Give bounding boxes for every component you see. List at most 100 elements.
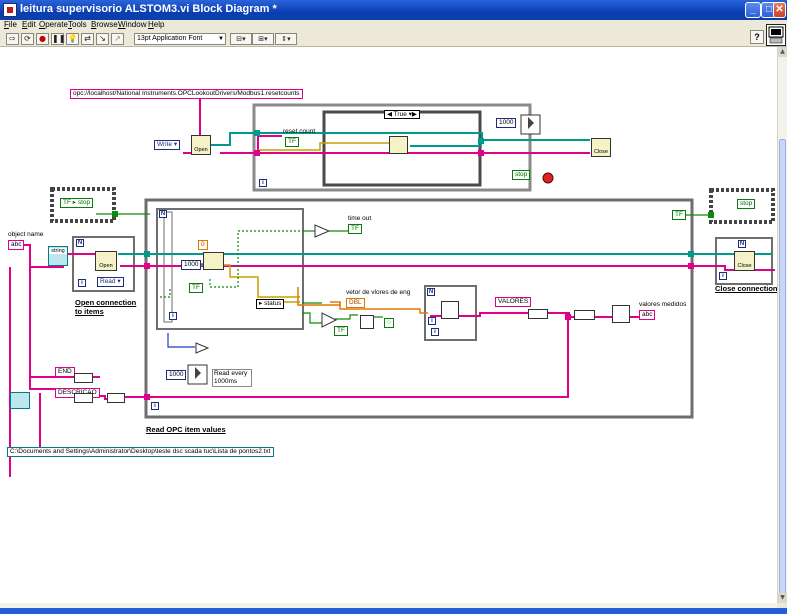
chevron-down-icon: ▼	[218, 36, 224, 42]
menu-help[interactable]: Help	[148, 20, 164, 29]
stop-left-label: stop	[77, 199, 91, 206]
case-selector-value: True	[393, 111, 407, 118]
menu-edit[interactable]: Edit	[22, 20, 36, 29]
build-loop-i-1: i	[428, 317, 436, 325]
string-node-label: string	[49, 248, 67, 254]
align-objects-button[interactable]: ⊟▾	[230, 33, 252, 45]
refnum-wires	[118, 132, 772, 255]
reorder-button[interactable]: ⇕▾	[275, 33, 297, 45]
close-items-label: Close	[737, 263, 752, 269]
menu-tools[interactable]: Tools	[68, 20, 87, 29]
step-out-icon[interactable]: ↗	[111, 33, 124, 45]
spreadsheet-to-array-node[interactable]	[107, 393, 125, 403]
array-to-spreadsheet-node[interactable]	[574, 310, 595, 320]
taskbar	[0, 608, 787, 614]
end-constant[interactable]: END	[55, 367, 75, 377]
select-node[interactable]	[360, 315, 374, 329]
context-help-button[interactable]: ?	[750, 30, 764, 44]
run-arrow-icon[interactable]: ⇨	[6, 33, 19, 45]
read-mode-value: Read	[100, 278, 116, 285]
close-loop-iteration: i	[719, 272, 727, 280]
string-tunnel-terminals	[144, 150, 694, 400]
opc-open-items-node[interactable]: Open	[95, 251, 117, 271]
scroll-up-icon[interactable]: ▲	[778, 47, 787, 57]
stop-right-constant[interactable]: TF	[672, 210, 686, 220]
read-mode-ring[interactable]: Read ▾	[97, 277, 124, 287]
stop-top-control[interactable]: stop	[512, 170, 531, 180]
status-label: status	[264, 300, 282, 307]
menu-file[interactable]: File	[4, 20, 17, 29]
stop-left-tf: TF ▸ stop	[60, 198, 94, 208]
highlight-execution-icon[interactable]: 💡	[66, 33, 79, 45]
open-items-label: Open	[99, 263, 113, 269]
numeric-wires	[167, 263, 205, 348]
read-delay-constant[interactable]: 1000	[166, 370, 187, 380]
opc-read-node[interactable]	[203, 252, 224, 270]
write-mode-ring[interactable]: Write ▾	[154, 140, 181, 150]
wait-delay-top-constant[interactable]: 1000	[496, 118, 517, 128]
case-selector[interactable]: ◀ True ▾▶	[384, 110, 420, 119]
toolbar: ⇨ ⟳ ● ❚❚ 💡 ⇄ ↘ ↗ 13pt Application Font ▼…	[0, 32, 787, 47]
menu-operate[interactable]: Operate	[39, 20, 68, 29]
close-button[interactable]: ✕	[773, 2, 786, 18]
opc-open-node[interactable]: Open	[191, 135, 211, 155]
reset-count-label: reset count	[283, 128, 316, 135]
vetor-indicator: DBL	[346, 298, 365, 308]
reset-count-control[interactable]: TF	[285, 137, 299, 147]
object-name-control[interactable]: abc	[8, 240, 25, 250]
opc-url-constant[interactable]: opc://localhost/National Instruments.OPC…	[70, 89, 303, 99]
open-loop-iteration: i	[78, 279, 86, 287]
retain-wire-values-icon[interactable]: ⇄	[81, 33, 94, 45]
title-bar[interactable]: leitura supervisorio ALSTOM3.vi Block Di…	[0, 0, 787, 20]
block-diagram-canvas[interactable]: opc://localhost/National Instruments.OPC…	[0, 47, 777, 603]
main-loop-count: N	[159, 210, 167, 218]
labview-window: leitura supervisorio ALSTOM3.vi Block Di…	[0, 0, 787, 614]
string-to-refnum-node[interactable]: string	[48, 246, 68, 266]
step-into-icon[interactable]: ↘	[96, 33, 109, 45]
bool-constant-inner[interactable]: TF	[189, 283, 203, 293]
build-array-node[interactable]	[441, 301, 459, 319]
file-path-constant[interactable]: C:\Documents and Settings\Administrator\…	[7, 447, 274, 457]
pause-icon[interactable]: ❚❚	[51, 33, 65, 45]
minimize-button[interactable]: _	[745, 2, 761, 18]
status-unbundle[interactable]: ▸ status	[256, 299, 285, 309]
inner-loop-iteration: i	[169, 312, 177, 320]
vetor-label: vetor de vlores de eng	[346, 289, 411, 296]
read-file-node[interactable]	[10, 392, 30, 409]
time-out-indicator: TF	[348, 224, 362, 234]
valores-medidos-indicator: abc	[639, 310, 656, 320]
run-continuously-icon[interactable]: ⟳	[21, 33, 34, 45]
match-end-node[interactable]	[74, 373, 93, 383]
menu-window[interactable]: Window	[118, 20, 146, 29]
valores-constant[interactable]: VALORES	[495, 297, 532, 307]
read-opc-label: Read OPC item values	[146, 425, 226, 434]
read-every-comment: Read every 1000ms	[212, 369, 252, 387]
opc-close-items-node[interactable]: Close	[734, 251, 755, 271]
opc-write-node[interactable]	[389, 136, 408, 154]
open-node-label: Open	[194, 147, 208, 153]
top-loop-iteration: i	[259, 179, 267, 187]
stop-button-indicator	[542, 172, 554, 184]
labview-app-icon	[3, 3, 17, 17]
scroll-thumb[interactable]	[779, 139, 786, 599]
open-connection-label: Open connection to items	[75, 298, 137, 316]
vertical-scrollbar[interactable]: ▲ ▼	[777, 47, 787, 603]
object-name-label: object name	[8, 231, 44, 238]
window-title: leitura supervisorio ALSTOM3.vi Block Di…	[20, 3, 277, 15]
open-loop-count: N	[76, 239, 84, 247]
match-descricao-node[interactable]	[74, 393, 93, 403]
font-selector[interactable]: 13pt Application Font ▼	[134, 33, 226, 45]
vi-icon-graphic	[768, 26, 784, 44]
scroll-down-icon[interactable]: ▼	[778, 593, 787, 603]
vi-icon[interactable]	[766, 24, 786, 46]
timeout-ms-constant[interactable]: 1000	[181, 260, 202, 270]
concat-node[interactable]	[528, 309, 548, 319]
opc-close-top-node[interactable]: Close	[591, 138, 611, 157]
build-string-node[interactable]	[612, 305, 630, 323]
compare-select-icons	[195, 224, 338, 354]
distribute-objects-button[interactable]: ⊞▾	[252, 33, 274, 45]
menu-browse[interactable]: Browse	[91, 20, 118, 29]
abort-icon[interactable]: ●	[36, 33, 49, 45]
zero-constant[interactable]: 0	[198, 240, 208, 250]
close-loop-count: N	[738, 240, 746, 248]
